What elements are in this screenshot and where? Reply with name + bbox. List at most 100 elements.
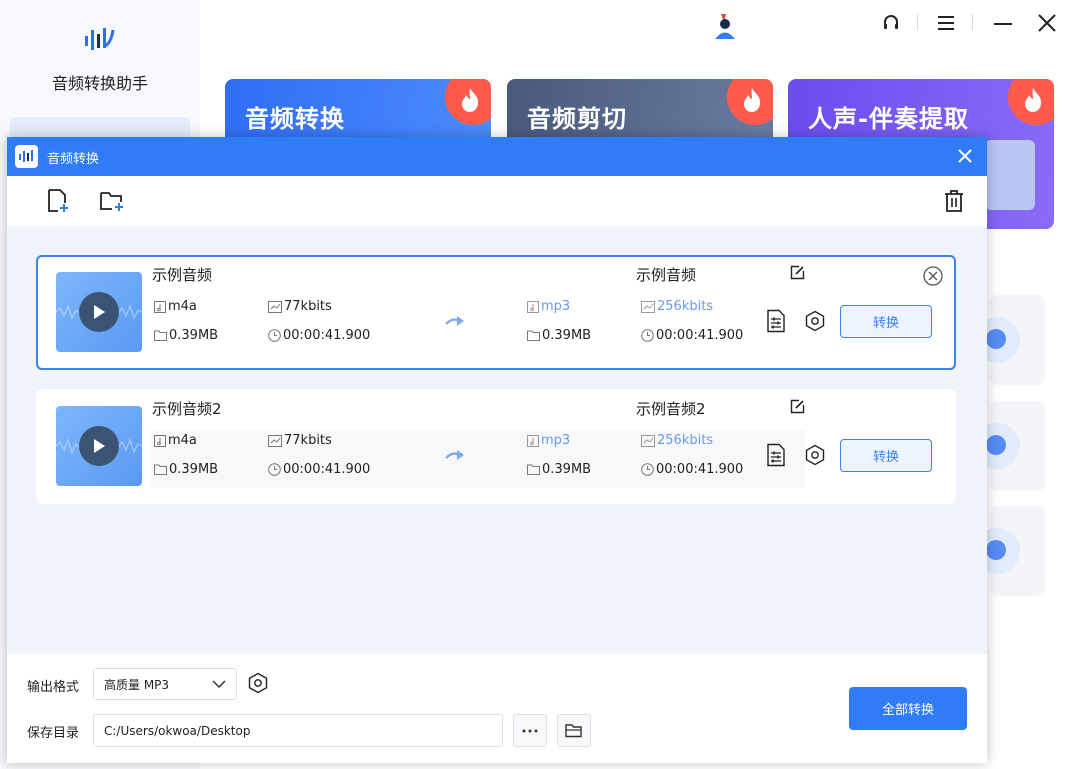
file-item[interactable]: 示例音频 m4a 77kbits 0.39MB 00:00:41.900 示例音…	[36, 255, 956, 370]
folder-icon	[527, 330, 540, 341]
output-format-label: 输出格式	[27, 680, 80, 695]
output-duration: 00:00:41.900	[641, 462, 743, 477]
disc-illustration	[985, 140, 1035, 210]
source-format: m4a	[154, 433, 197, 448]
delete-all-icon[interactable]	[941, 188, 967, 214]
settings-gear-icon[interactable]	[803, 442, 827, 468]
output-bitrate-value: 256kbits	[657, 433, 714, 448]
output-size-value: 0.39MB	[542, 462, 592, 477]
convert-arrow-icon	[445, 316, 464, 326]
audio-settings-icon[interactable]	[764, 442, 788, 468]
audio-thumbnail	[56, 406, 142, 486]
edit-name-icon[interactable]	[790, 265, 805, 284]
format-settings-icon[interactable]	[247, 672, 269, 698]
remove-file-icon[interactable]	[923, 266, 945, 288]
source-duration-value: 00:00:41.900	[283, 328, 371, 343]
output-file-name: 示例音频2	[636, 400, 706, 418]
divider	[972, 14, 973, 30]
audio-settings-icon[interactable]	[764, 308, 788, 334]
source-size: 0.39MB	[154, 462, 218, 477]
convert-all-button[interactable]: 全部转换	[849, 687, 967, 730]
source-format: m4a	[154, 299, 197, 314]
hot-badge	[727, 79, 773, 125]
user-icon[interactable]	[712, 12, 738, 40]
minimize-icon[interactable]	[992, 12, 1014, 34]
dialog-close-icon[interactable]	[955, 146, 975, 166]
settings-gear-icon[interactable]	[803, 308, 827, 334]
more-dots-icon	[522, 729, 538, 732]
clock-icon	[641, 463, 654, 476]
audio-convert-dialog: 音频转换 示例音频 m4a 77kbits 0.39MB 00:00:41.90…	[7, 137, 987, 763]
tool-tile[interactable]	[974, 295, 1045, 385]
source-bitrate: 77kbits	[268, 299, 332, 314]
output-format-select[interactable]: 高质量 MP3	[93, 668, 237, 700]
folder-open-icon	[565, 724, 582, 738]
source-duration: 00:00:41.900	[268, 328, 370, 343]
audio-thumbnail	[56, 272, 142, 352]
bitrate-icon	[268, 434, 282, 447]
source-duration: 00:00:41.900	[268, 462, 370, 477]
folder-icon	[154, 330, 167, 341]
hot-badge	[445, 79, 491, 125]
output-format: mp3	[527, 299, 570, 314]
flame-icon	[1025, 88, 1042, 112]
music-note-icon	[527, 300, 539, 313]
output-format-selected: 高质量 MP3	[104, 677, 170, 692]
app-name: 音频转换助手	[51, 74, 148, 93]
output-duration: 00:00:41.900	[641, 328, 743, 343]
output-format-value: mp3	[541, 299, 571, 314]
app-logo-icon	[15, 145, 38, 168]
convert-arrow-icon	[445, 450, 464, 460]
open-folder-button[interactable]	[557, 714, 591, 747]
source-bitrate-value: 77kbits	[284, 299, 332, 314]
play-button[interactable]	[79, 426, 119, 466]
menu-icon[interactable]	[935, 12, 957, 34]
clock-icon	[268, 463, 281, 476]
source-duration-value: 00:00:41.900	[283, 462, 371, 477]
tool-tile[interactable]	[974, 506, 1045, 596]
add-folder-icon[interactable]	[99, 188, 125, 214]
output-format: mp3	[527, 433, 570, 448]
clock-icon	[268, 329, 281, 342]
dialog-title: 音频转换	[47, 152, 100, 167]
source-bitrate-value: 77kbits	[284, 433, 332, 448]
folder-icon	[154, 464, 167, 475]
save-dir-field[interactable]: C:/Users/okwoa/Desktop	[93, 714, 503, 747]
support-headset-icon[interactable]	[880, 12, 902, 34]
feature-card-title: 音频剪切	[527, 105, 627, 133]
feature-card-title: 音频转换	[245, 105, 345, 133]
output-size-value: 0.39MB	[542, 328, 592, 343]
divider	[917, 14, 918, 30]
output-size: 0.39MB	[527, 462, 591, 477]
app-logo-icon	[85, 28, 115, 50]
folder-icon	[527, 464, 540, 475]
source-file-name: 示例音频	[152, 266, 213, 284]
hot-badge	[1008, 79, 1054, 125]
output-bitrate: 256kbits	[641, 433, 713, 448]
tool-tile[interactable]	[974, 401, 1045, 491]
source-file-name: 示例音频2	[152, 400, 222, 418]
output-duration-value: 00:00:41.900	[656, 328, 744, 343]
source-bitrate: 77kbits	[268, 433, 332, 448]
output-bitrate: 256kbits	[641, 299, 713, 314]
bitrate-icon	[268, 300, 282, 313]
music-note-icon	[154, 300, 166, 313]
dialog-toolbar	[7, 176, 987, 226]
edit-name-icon[interactable]	[790, 399, 805, 418]
add-file-icon[interactable]	[45, 188, 71, 214]
convert-button[interactable]: 转换	[840, 439, 932, 472]
feature-card-title: 人声-伴奏提取	[808, 105, 969, 133]
close-window-icon[interactable]	[1036, 12, 1058, 34]
flame-icon	[462, 88, 479, 112]
clock-icon	[641, 329, 654, 342]
play-icon	[94, 305, 105, 319]
bottom-settings-bar: 输出格式 高质量 MP3 保存目录 C:/Users/okwoa/Desktop…	[7, 654, 987, 763]
file-item[interactable]: 示例音频2 m4a 77kbits 0.39MB 00:00:41.900 示例…	[36, 389, 956, 504]
browse-more-button[interactable]	[513, 714, 547, 747]
convert-button[interactable]: 转换	[840, 305, 932, 338]
music-note-icon	[154, 434, 166, 447]
play-button[interactable]	[79, 292, 119, 332]
output-duration-value: 00:00:41.900	[656, 462, 744, 477]
save-dir-label: 保存目录	[27, 726, 80, 741]
output-file-name: 示例音频	[636, 266, 697, 284]
